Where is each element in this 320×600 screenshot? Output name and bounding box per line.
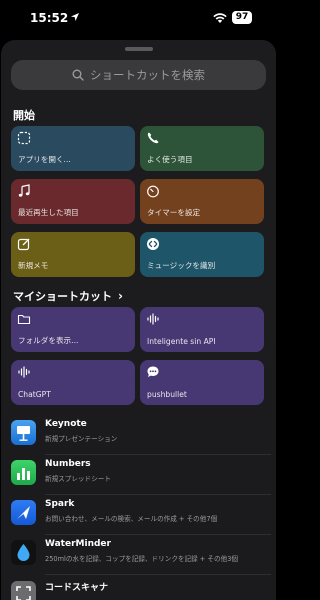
keynote-icon — [11, 420, 36, 445]
tile-label: 最近再生した項目 — [18, 208, 79, 217]
app-name: Numbers — [45, 459, 91, 469]
status-bar: 15:52 97 — [0, 0, 277, 36]
app-name: コードスキャナ — [45, 583, 109, 593]
row-divider — [45, 574, 271, 575]
tile-favorites[interactable]: よく使う項目 — [140, 126, 264, 171]
location-arrow-icon — [71, 13, 79, 21]
app-description: 250mlの水を記録、コップを記録、ドリンクを記録 + その他3個 — [45, 555, 239, 563]
app-name: Keynote — [45, 419, 87, 429]
shortcuts-sheet: ショートカットを検索 開始 アプリを開く... よく使う項目 最近再生した項目 … — [1, 40, 276, 600]
tile-label: pushbullet — [147, 390, 187, 399]
timer-icon — [147, 185, 159, 198]
section-title-start: 開始 — [13, 109, 35, 122]
app-description: 新規スプレッドシート — [45, 475, 111, 483]
app-row-waterminder[interactable]: WaterMinder 250mlの水を記録、コップを記録、ドリンクを記録 + … — [11, 539, 271, 575]
tile-label: アプリを開く... — [18, 155, 71, 164]
tile-label: Inteligente sin API — [147, 337, 216, 346]
numbers-icon — [11, 460, 36, 485]
wifi-icon — [213, 13, 227, 23]
tile-pushbullet[interactable]: pushbullet — [140, 360, 264, 405]
app-row-code-scanner[interactable]: コードスキャナ — [11, 580, 271, 600]
tile-recently-played[interactable]: 最近再生した項目 — [11, 179, 135, 224]
tile-label: タイマーを設定 — [147, 208, 201, 217]
waveform-icon — [18, 366, 30, 378]
row-divider — [45, 454, 271, 455]
search-placeholder: ショートカットを検索 — [90, 68, 205, 82]
tile-set-timer[interactable]: タイマーを設定 — [140, 179, 264, 224]
row-divider — [45, 494, 271, 495]
tile-label: フォルダを表示... — [18, 336, 79, 345]
waterminder-icon — [11, 540, 36, 565]
chevron-right-icon: › — [118, 289, 123, 303]
sheet-grabber[interactable] — [125, 47, 153, 51]
tile-label: よく使う項目 — [147, 155, 193, 164]
tile-inteligente-sin-api[interactable]: Inteligente sin API — [140, 307, 264, 352]
tile-label: ミュージックを識別 — [147, 261, 216, 270]
app-name: WaterMinder — [45, 539, 111, 549]
app-description: お問い合わせ、メールの検索、メールの作成 + その他7個 — [45, 515, 218, 523]
tile-show-folder[interactable]: フォルダを表示... — [11, 307, 135, 352]
tile-chatgpt[interactable]: ChatGPT — [11, 360, 135, 405]
app-open-icon — [17, 131, 31, 145]
music-note-icon — [18, 184, 30, 197]
app-description: 新規プレゼンテーション — [45, 435, 118, 443]
shazam-icon — [147, 238, 159, 250]
folder-icon — [17, 314, 31, 325]
status-time: 15:52 — [30, 11, 69, 25]
row-divider — [45, 534, 271, 535]
tile-identify-music[interactable]: ミュージックを識別 — [140, 232, 264, 277]
compose-icon — [17, 238, 30, 251]
search-icon — [72, 69, 84, 81]
app-row-spark[interactable]: Spark お問い合わせ、メールの検索、メールの作成 + その他7個 — [11, 499, 271, 535]
battery-indicator: 97 — [232, 11, 252, 24]
tile-label: 新規メモ — [18, 261, 49, 270]
section-title-text: マイショートカット — [13, 290, 112, 303]
section-title-my-shortcuts[interactable]: マイショートカット › — [13, 288, 123, 304]
spark-icon — [11, 500, 36, 525]
code-scanner-icon — [11, 581, 36, 600]
app-row-keynote[interactable]: Keynote 新規プレゼンテーション — [11, 419, 271, 455]
search-field[interactable]: ショートカットを検索 — [11, 60, 266, 90]
app-name: Spark — [45, 499, 75, 509]
phone-icon — [147, 132, 159, 144]
tile-label: ChatGPT — [18, 390, 51, 399]
app-row-numbers[interactable]: Numbers 新規スプレッドシート — [11, 459, 271, 495]
message-icon — [147, 366, 159, 377]
tile-new-note[interactable]: 新規メモ — [11, 232, 135, 277]
tile-open-app[interactable]: アプリを開く... — [11, 126, 135, 171]
waveform-icon — [147, 313, 159, 325]
